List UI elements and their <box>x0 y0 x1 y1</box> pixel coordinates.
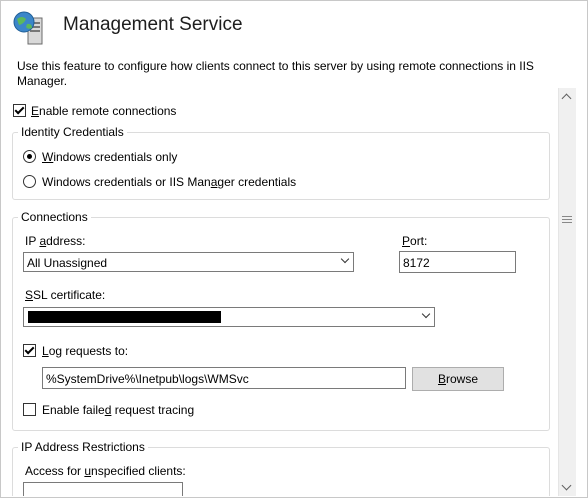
access-unspecified-select[interactable] <box>23 482 183 496</box>
scroll-thumb[interactable] <box>562 214 572 226</box>
browse-button[interactable]: Browse <box>412 367 504 391</box>
ssl-certificate-select[interactable] <box>23 307 435 327</box>
port-input[interactable]: 8172 <box>399 251 516 273</box>
access-unspecified-label: Access for unspecified clients: <box>25 464 186 478</box>
radio-windows-only-label[interactable]: Windows credentials only <box>42 150 177 164</box>
port-label: Port: <box>402 234 428 248</box>
ip-address-value: All Unassigned <box>27 256 108 270</box>
log-path-input[interactable]: %SystemDrive%\Inetpub\logs\WMSvc <box>42 367 406 389</box>
scroll-down-icon[interactable] <box>561 480 572 491</box>
enable-remote-label[interactable]: Enable remote connections <box>31 104 176 118</box>
vertical-scrollbar[interactable] <box>558 88 576 496</box>
description-text: Use this feature to configure how client… <box>17 59 534 88</box>
page-title: Management Service <box>63 14 243 35</box>
ssl-certificate-label: SSL certificate: <box>25 288 106 302</box>
failed-tracing-checkbox[interactable] <box>23 403 36 416</box>
identity-credentials-group <box>12 132 550 200</box>
enable-remote-checkbox[interactable] <box>13 104 26 117</box>
ip-address-select[interactable]: All Unassigned <box>23 252 354 272</box>
failed-tracing-label[interactable]: Enable failed request tracing <box>42 403 194 417</box>
ip-address-label: IP address: <box>25 234 86 248</box>
scroll-up-icon[interactable] <box>561 93 572 104</box>
chevron-down-icon <box>421 309 431 319</box>
identity-credentials-legend: Identity Credentials <box>18 125 127 139</box>
radio-windows-only[interactable] <box>23 150 36 163</box>
log-requests-label[interactable]: Log requests to: <box>42 344 128 358</box>
port-value: 8172 <box>403 256 430 270</box>
radio-windows-or-iis-label[interactable]: Windows credentials or IIS Manager crede… <box>42 175 296 189</box>
radio-windows-or-iis[interactable] <box>23 175 36 188</box>
redacted-block <box>28 311 221 323</box>
connections-legend: Connections <box>18 210 91 224</box>
ip-restrictions-legend: IP Address Restrictions <box>18 440 148 454</box>
log-requests-checkbox[interactable] <box>23 344 36 357</box>
log-path-value: %SystemDrive%\Inetpub\logs\WMSvc <box>46 372 249 386</box>
server-globe-icon <box>12 10 46 46</box>
chevron-down-icon <box>340 254 350 264</box>
content-area: Enable remote connections Identity Crede… <box>0 88 558 496</box>
